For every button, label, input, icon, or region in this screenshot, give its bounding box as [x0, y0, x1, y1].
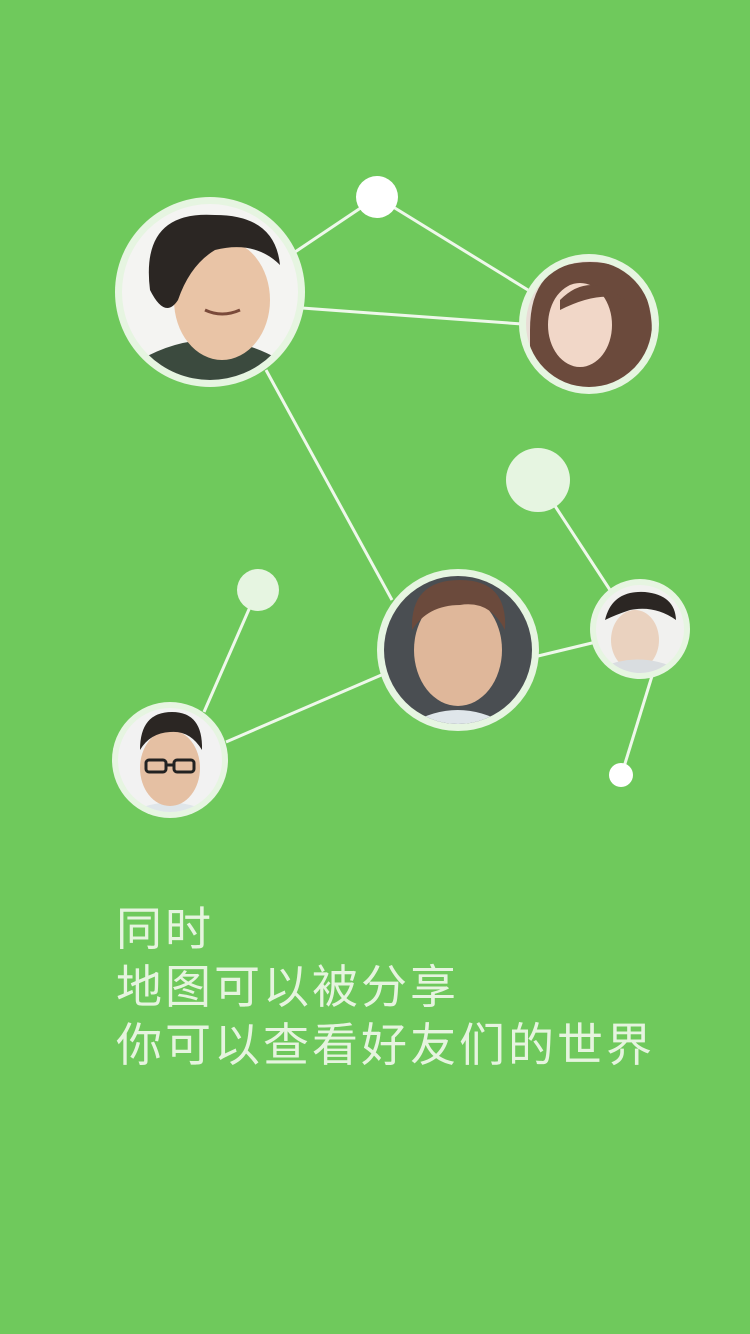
- onboarding-line-3: 你可以查看好友们的世界: [116, 1018, 655, 1072]
- network-dot: [609, 763, 633, 787]
- connection-line: [202, 606, 252, 713]
- onboarding-line-2: 地图可以被分享: [116, 960, 459, 1014]
- friend-avatar[interactable]: [115, 197, 305, 390]
- connection-line: [301, 306, 523, 326]
- connection-line: [264, 369, 394, 601]
- onboarding-text: 同时 地图可以被分享 你可以查看好友们的世界: [116, 900, 655, 1074]
- connection-line: [621, 675, 654, 771]
- friend-avatar[interactable]: [590, 579, 690, 680]
- network-dot: [506, 448, 570, 512]
- friend-avatar[interactable]: [519, 254, 660, 395]
- connection-line: [537, 640, 597, 658]
- network-dot: [356, 176, 398, 218]
- network-dot: [237, 569, 279, 611]
- friend-avatar[interactable]: [112, 702, 228, 818]
- connection-line: [225, 671, 387, 744]
- onboarding-line-1: 同时: [116, 902, 214, 956]
- friend-network-illustration: [112, 176, 690, 818]
- friend-avatar[interactable]: [377, 569, 540, 735]
- connection-line: [376, 195, 529, 292]
